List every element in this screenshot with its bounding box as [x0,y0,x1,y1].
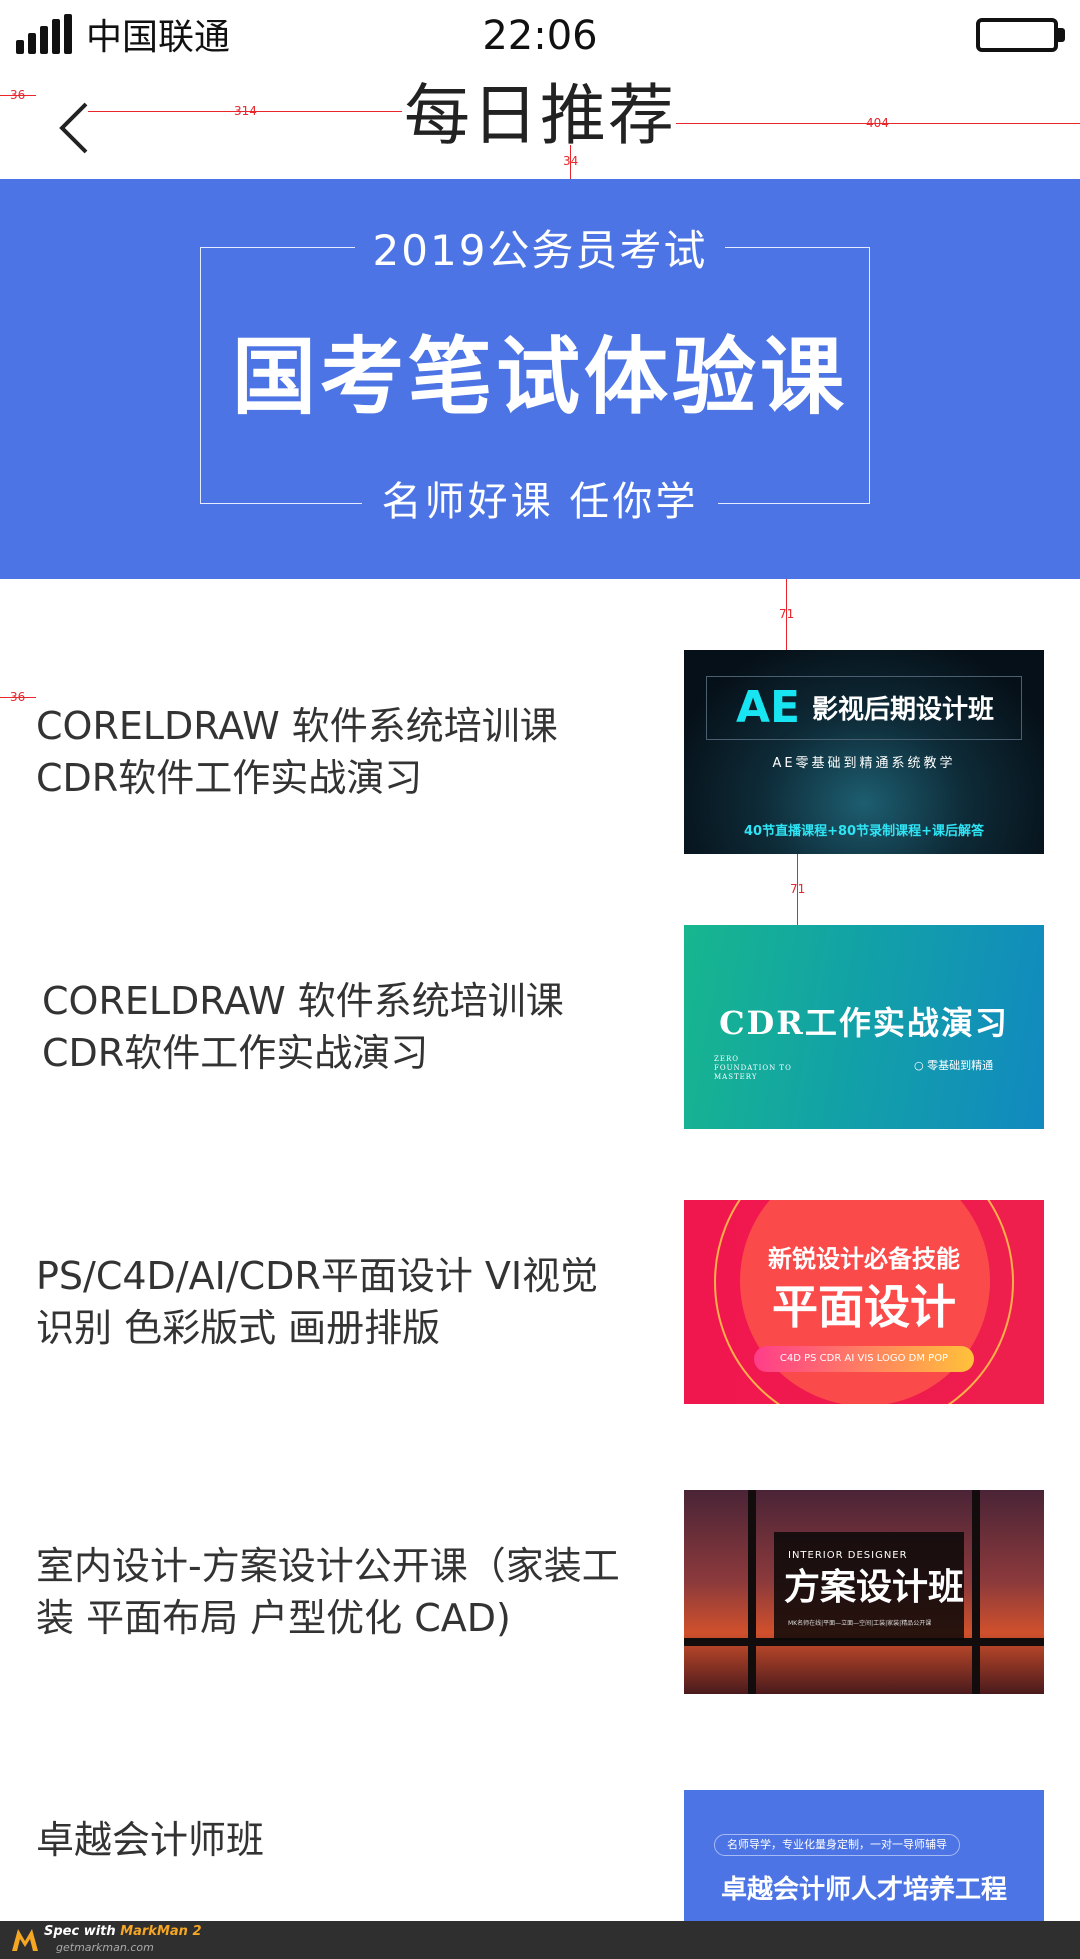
course-thumbnail: AE 影视后期设计班 AE零基础到精通系统教学 40节直播课程+80节录制课程+… [684,650,1044,854]
course-thumbnail: 新锐设计必备技能 平面设计 C4D PS CDR AI VIS LOGO DM … [684,1200,1044,1404]
thumb-title: CDR工作实战演习 [719,1004,1009,1042]
spec-label: 36 [10,88,26,102]
thumb-title: 卓越会计师人才培养工程 [720,1875,1007,1905]
course-item[interactable]: 室内设计-方案设计公开课（家装工装 平面布局 户型优化 CAD) INTERIO… [0,1490,1080,1694]
thumb-caption: MK名师在线|平面—立面—空间|工装|家装|精品公开课 [788,1620,932,1627]
thumb-tags: C4D PS CDR AI VIS LOGO DM POP [754,1346,974,1372]
banner-main-text: 国考笔试体验课 [231,328,848,426]
thumb-note: ○ 零基础到精通 [914,1059,994,1072]
spec-label: 34 [563,154,579,168]
course-item[interactable]: CORELDRAW 软件系统培训课 CDR软件工作实战演习 AE 影视后期设计班… [0,650,1080,854]
thumb-title: 影视后期设计班 [812,695,995,725]
course-title: 卓越会计师班 [36,1818,265,1862]
thumb-english: INTERIOR DESIGNER [788,1550,908,1561]
footer-brand: MarkMan 2 [120,1924,202,1939]
banner-top-text: 2019公务员考试 [354,223,726,279]
footer-url: getmarkman.com [56,1941,154,1954]
markman-logo-icon [12,1929,38,1951]
page-title: 每日推荐 [404,77,676,154]
thumb-accent: AE [736,682,801,733]
course-title: 室内设计-方案设计公开课（家装工装 平面布局 户型优化 CAD) [36,1544,620,1640]
promo-banner[interactable]: 2019公务员考试 国考笔试体验课 名师好课 任你学 [0,179,1080,579]
status-bar: 中国联通 22:06 [0,0,1080,76]
thumb-title: 方案设计班 [784,1567,965,1608]
battery-cap [1058,28,1065,42]
spec-label: 71 [779,607,795,621]
thumb-caption: 40节直播课程+80节录制课程+课后解答 [744,824,984,839]
thumb-tag: 名师导学，专业化量身定制，一对一导师辅导 [714,1834,960,1856]
nav-bar: 每日推荐 [0,76,1080,180]
course-thumbnail: INTERIOR DESIGNER 方案设计班 MK名师在线|平面—立面—空间|… [684,1490,1044,1694]
footer-prefix: Spec with [44,1924,121,1939]
course-item[interactable]: PS/C4D/AI/CDR平面设计 VI视觉识别 色彩版式 画册排版 新锐设计必… [0,1200,1080,1404]
thumb-subtitle: AE零基础到精通系统教学 [772,756,956,771]
battery-icon [976,18,1058,52]
thumb-english: ZERO FOUNDATION TO MASTERY [714,1055,792,1081]
thumb-title: 平面设计 [772,1280,956,1334]
spec-label: 314 [234,104,257,118]
course-thumbnail: CDR工作实战演习 ZERO FOUNDATION TO MASTERY ○ 零… [684,925,1044,1129]
course-title: CORELDRAW 软件系统培训课 CDR软件工作实战演习 [36,704,558,800]
course-title: CORELDRAW 软件系统培训课 CDR软件工作实战演习 [42,979,564,1075]
course-title: PS/C4D/AI/CDR平面设计 VI视觉识别 色彩版式 画册排版 [36,1254,599,1350]
course-item[interactable]: 卓越会计师班 名师导学，专业化量身定制，一对一导师辅导 卓越会计师人才培养工程 [0,1790,1080,1921]
banner-bottom-text: 名师好课 任你学 [361,475,719,529]
markman-footer: Spec with MarkMan 2 getmarkman.com [0,1921,1080,1959]
spec-label: 404 [866,116,889,130]
thumb-tagline: 新锐设计必备技能 [768,1245,960,1273]
spec-label: 71 [790,882,806,896]
course-thumbnail: 名师导学，专业化量身定制，一对一导师辅导 卓越会计师人才培养工程 [684,1790,1044,1921]
status-time: 22:06 [482,13,598,59]
course-item[interactable]: CORELDRAW 软件系统培训课 CDR软件工作实战演习 CDR工作实战演习 … [0,925,1080,1129]
